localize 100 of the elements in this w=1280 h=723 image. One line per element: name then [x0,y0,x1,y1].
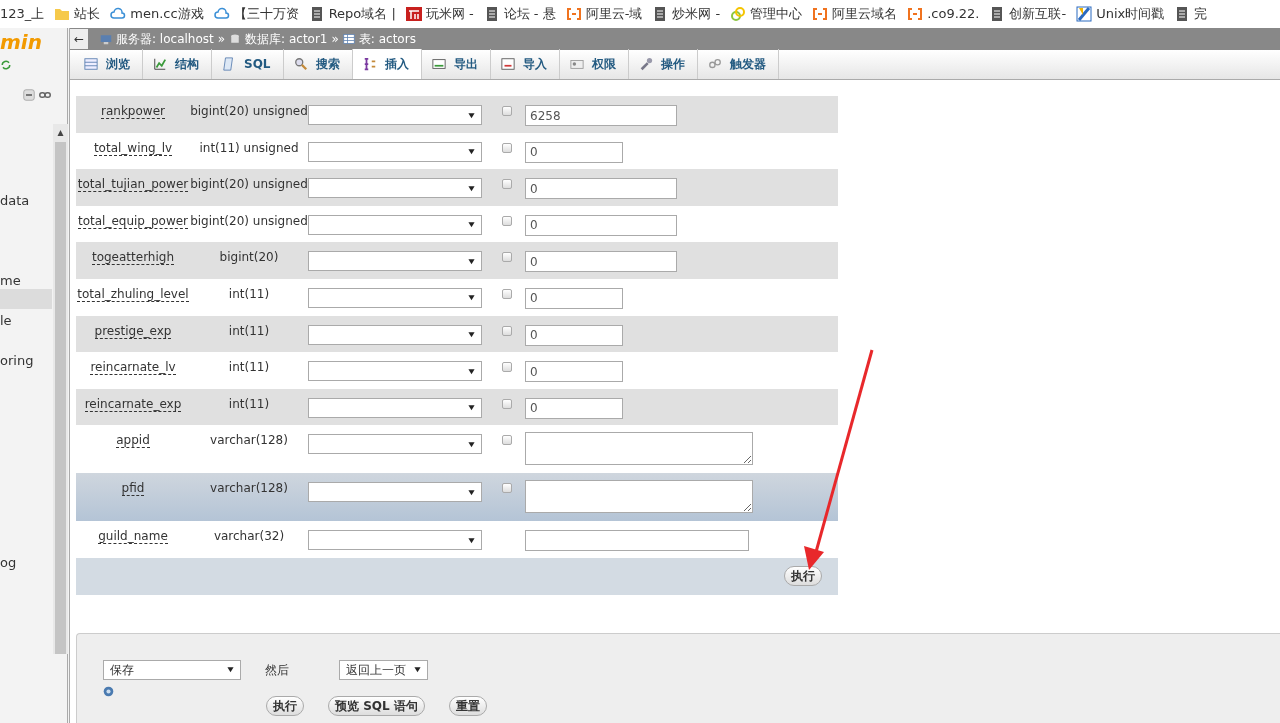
bookmark-link[interactable]: 123_上 [0,4,55,24]
null-checkbox[interactable] [502,252,512,263]
bookmark-link[interactable]: 创新互联- [989,4,1077,24]
bracket-icon [565,6,582,22]
column-name: total_wing_lv [93,140,173,156]
tab[interactable]: 权限 [559,49,629,79]
form-button[interactable]: 执行 [266,695,304,716]
breadcrumb-link[interactable]: 数据库: actor1 [245,30,328,48]
bracket-icon [812,6,829,22]
import-icon [500,57,515,71]
scrollbar[interactable] [53,124,68,654]
value-field[interactable]: 0 [525,251,677,273]
sidebar-item[interactable]: oring [0,348,34,369]
tab[interactable]: 导出 [421,49,491,79]
caret-icon [468,221,475,229]
column-name: pfid [121,481,145,497]
value-field[interactable]: 0 [525,287,623,309]
tab[interactable]: 导入 [490,49,560,79]
column-type: bigint(20) unsigned [190,176,308,194]
breadcrumb-link[interactable]: 服务器: localhost [116,30,214,48]
function-select[interactable] [308,530,482,551]
function-select[interactable] [308,434,482,455]
null-checkbox[interactable] [502,142,512,153]
form-button[interactable]: 预览 SQL 语句 [328,695,425,716]
bookmark-link[interactable]: 玩米网 - [405,4,484,24]
caret-icon [468,111,475,119]
function-select[interactable] [308,178,482,199]
bookmark-link[interactable]: 站长 [54,4,111,24]
sidebar-item[interactable]: le [0,308,12,329]
caret-icon [468,331,475,339]
sidebar-item[interactable]: me [0,268,21,289]
function-select[interactable] [308,214,482,235]
column-type: varchar(128) [209,432,289,450]
bookmark-link[interactable]: 完 [1174,4,1218,24]
export-icon [431,57,446,71]
tab[interactable]: 结构 [143,49,212,79]
bookmark-link[interactable]: 管理中心 [730,4,813,24]
bookmark-link[interactable]: .co9.22. [907,4,990,24]
tab[interactable]: 触发器 [697,49,779,79]
caret-icon [468,536,475,544]
null-checkbox[interactable] [502,398,512,409]
column-name: reincarnate_lv [90,360,176,376]
bookmark-link[interactable]: Unix时间戳 [1076,4,1175,24]
search-icon [293,57,308,71]
function-select[interactable] [308,141,482,162]
bookmark-link[interactable]: 阿里云域名 [812,4,908,24]
value-field[interactable]: 0 [525,141,623,163]
sidebar-item[interactable]: og [0,550,17,571]
tab[interactable]: 搜索 [283,49,353,79]
tab[interactable]: 操作 [628,49,698,79]
back-button[interactable]: ← [70,29,88,49]
null-checkbox[interactable] [502,106,512,116]
column-name: togeatterhigh [91,250,175,266]
form-button[interactable]: 重置 [448,695,487,716]
bookmark-link[interactable]: 炒米网 - [652,4,731,24]
wrench-icon [638,57,653,71]
value-field[interactable]: 6258 [525,105,677,126]
function-select[interactable] [308,482,482,503]
bookmark-link[interactable]: Repo域名 | [308,4,406,24]
bookmark-link[interactable]: 【三十万资 [213,4,309,24]
tab[interactable]: 插入 [352,49,422,79]
help-icon [103,685,114,697]
function-select[interactable] [308,251,482,272]
logo-icon [405,6,422,22]
after-select[interactable]: 返回上一页 [339,659,428,680]
caret-icon [414,666,421,674]
execute-button[interactable]: 执行 [784,566,822,587]
function-select[interactable] [308,105,482,125]
null-checkbox[interactable] [502,288,512,299]
function-select[interactable] [308,397,482,418]
action-select[interactable]: 保存 [103,659,241,680]
tab[interactable]: 浏览 [74,49,143,79]
function-select[interactable] [308,324,482,345]
reload-icon [0,58,12,71]
value-field[interactable]: 0 [525,397,623,419]
value-field[interactable]: 0 [525,178,677,200]
tile-icon [1076,6,1093,22]
value-field[interactable] [525,530,749,552]
value-field[interactable]: 0 [525,361,623,383]
function-select[interactable] [308,361,482,382]
null-checkbox[interactable] [502,435,512,446]
breadcrumb-link[interactable]: 表: actors [358,30,416,48]
null-checkbox[interactable] [502,215,512,226]
null-checkbox[interactable] [502,179,512,190]
tab[interactable]: SQL [212,49,284,79]
column-type: int(11) [227,395,271,413]
value-textarea[interactable] [525,432,753,466]
sidebar-item[interactable]: data [0,188,30,209]
bookmark-link[interactable]: men.cc游戏 [110,4,214,24]
cloud-icon [213,6,230,22]
function-select[interactable] [308,287,482,308]
value-field[interactable]: 0 [525,214,677,236]
caret-icon [468,257,475,265]
bookmark-link[interactable]: 阿里云-域 [565,4,653,24]
null-checkbox[interactable] [502,325,512,336]
null-checkbox[interactable] [502,483,512,494]
null-checkbox[interactable] [502,362,512,373]
value-textarea[interactable] [525,480,753,514]
value-field[interactable]: 0 [525,324,623,346]
bookmark-link[interactable]: 论坛 - 悬 [483,4,566,24]
